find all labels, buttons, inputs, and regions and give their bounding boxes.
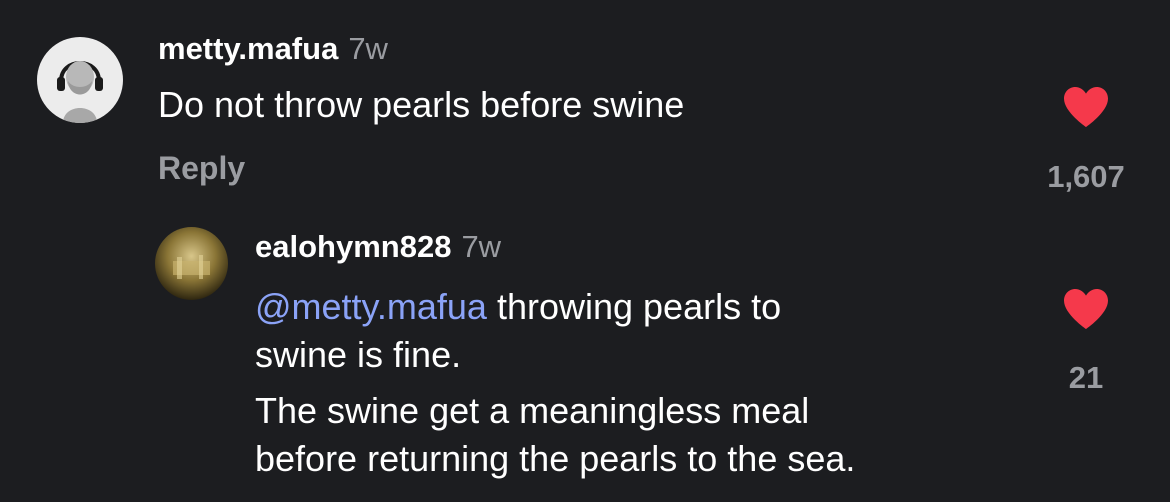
user-mention[interactable]: @metty.mafua xyxy=(255,286,487,327)
comment-username[interactable]: ealohymn828 7w xyxy=(255,229,501,265)
heart-icon xyxy=(1064,87,1108,127)
username-text[interactable]: metty.mafua xyxy=(158,31,338,66)
timestamp: 7w xyxy=(461,229,502,264)
bust-avatar-icon xyxy=(37,37,123,123)
comment-line-text: throwing pearls to xyxy=(486,286,782,327)
golden-avatar-icon xyxy=(155,227,228,300)
comment-line: before returning the pearls to the sea. xyxy=(255,438,856,479)
like-button[interactable] xyxy=(1062,85,1110,129)
comment-thread: metty.mafua 7w Do not throw pearls before… xyxy=(0,0,1170,502)
like-count: 21 xyxy=(1068,360,1104,395)
comment-username[interactable]: metty.mafua 7w xyxy=(158,31,388,67)
comment-line: The swine get a meaningless meal xyxy=(255,390,810,431)
like-button[interactable] xyxy=(1062,287,1110,331)
avatar[interactable] xyxy=(37,37,123,123)
timestamp: 7w xyxy=(348,31,388,66)
comment-text: Do not throw pearls before swine xyxy=(158,84,685,125)
username-text[interactable]: ealohymn828 xyxy=(255,229,451,264)
comment-line: swine is fine. xyxy=(255,334,462,375)
heart-icon xyxy=(1064,289,1108,329)
like-count: 1,607 xyxy=(1047,159,1125,194)
comment-text: @metty.mafua throwing pearls to swine is… xyxy=(255,283,1015,483)
comment-line: @metty.mafua throwing pearls to xyxy=(255,283,1015,331)
reply-button[interactable]: Reply xyxy=(158,150,245,187)
avatar[interactable] xyxy=(155,227,228,300)
